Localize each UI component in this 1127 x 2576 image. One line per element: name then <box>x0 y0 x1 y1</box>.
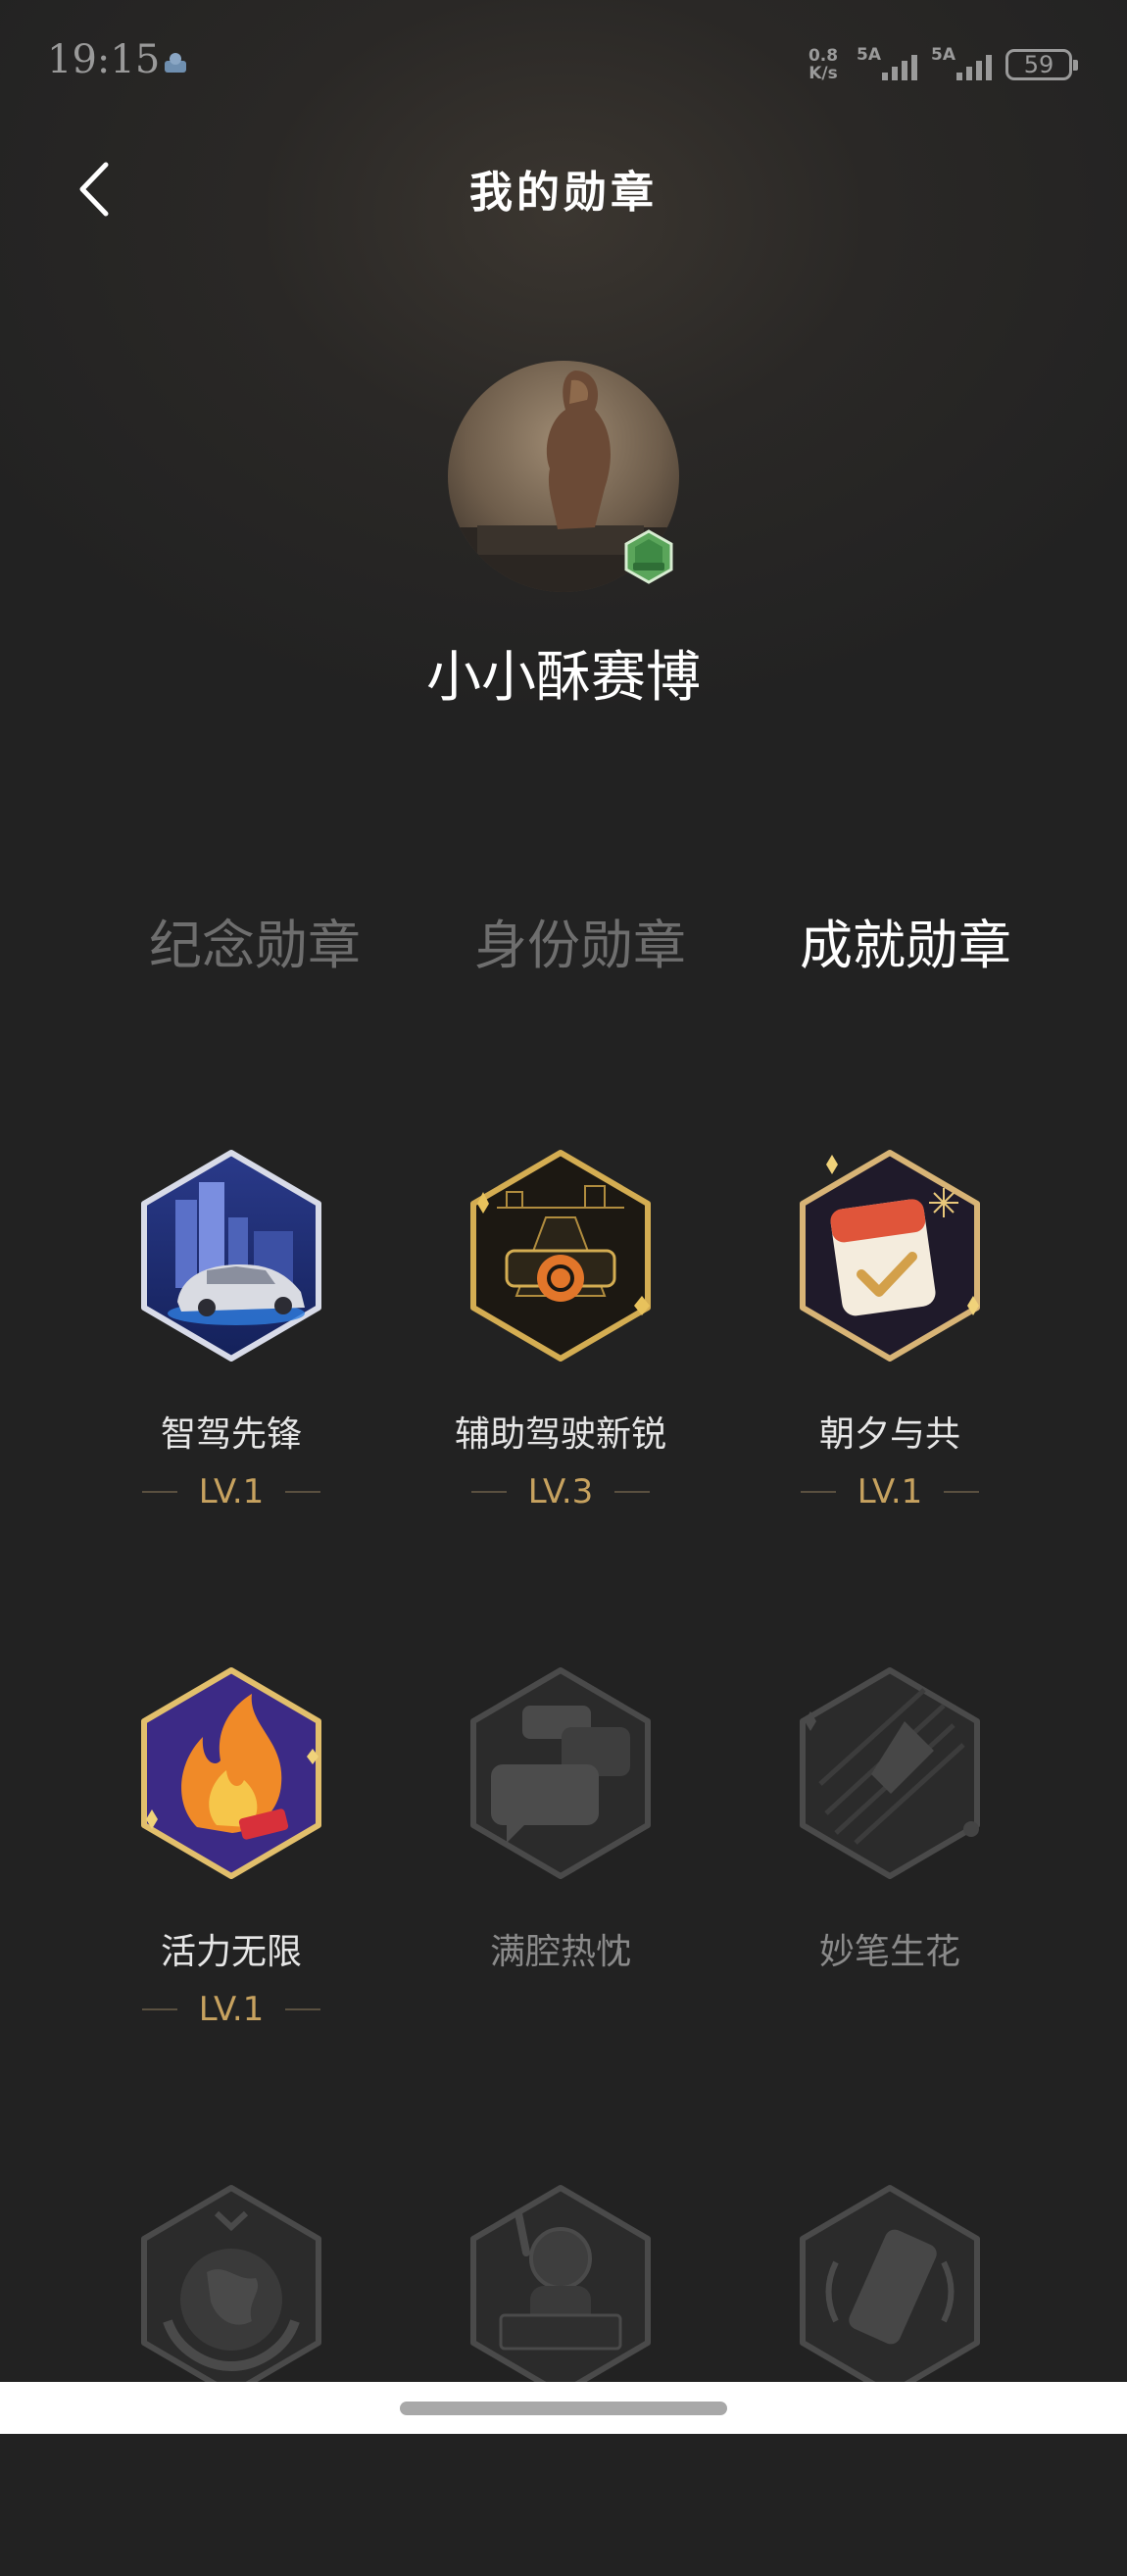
tab-commemorative[interactable]: 纪念勋章 <box>127 902 382 979</box>
badge-level-text: LV.1 <box>198 1990 265 2029</box>
badge-item[interactable]: 智驾先锋 LV.1 <box>84 1149 378 1541</box>
status-bar: 19:15 0.8 K/s 5A 5A 59 <box>0 0 1127 127</box>
flame-badge-icon <box>141 1667 321 1879</box>
calendar-check-badge-icon <box>800 1150 980 1362</box>
badge-level: LV.3 <box>414 1472 708 1511</box>
signal-2-label: 5A <box>931 45 956 65</box>
phone-badge-icon <box>800 2185 980 2397</box>
astronaut-hello-badge-icon <box>470 2185 651 2397</box>
status-time: 19:15 <box>47 37 161 82</box>
badge-name: 智驾先锋 <box>160 1414 302 1455</box>
signal-1-label: 5A <box>857 45 881 65</box>
badge-level-text: LV.1 <box>857 1472 923 1511</box>
badge-level-text: LV.1 <box>198 1472 265 1511</box>
badge-item[interactable] <box>84 2184 378 2576</box>
globe-hands-badge-icon <box>141 2185 321 2397</box>
badge-name: 活力无限 <box>160 1932 302 1972</box>
battery-icon: 59 <box>1005 49 1078 80</box>
badge-item[interactable]: 满腔热忱 <box>414 1666 708 2058</box>
signal-2-icon: 5A <box>931 45 992 84</box>
badge-level: LV.1 <box>84 1990 378 2029</box>
badge-level: LV.1 <box>743 1472 1037 1511</box>
city-car-badge-icon <box>141 1150 321 1362</box>
badge-item[interactable]: 辅助驾驶新锐 LV.3 <box>414 1149 708 1541</box>
pen-badge-icon <box>800 1667 980 1879</box>
tab-achievement[interactable]: 成就勋章 <box>778 902 1033 979</box>
badge-name: 朝夕与共 <box>818 1414 960 1455</box>
username: 小小酥赛博 <box>426 646 701 710</box>
page-title: 我的勋章 <box>469 168 658 218</box>
badge-name: 妙笔生花 <box>818 1932 960 1972</box>
badge-item[interactable] <box>414 2184 708 2576</box>
badge-item[interactable] <box>743 2184 1037 2576</box>
green-hexagon-level-icon <box>624 529 673 584</box>
badge-level: LV.1 <box>84 1472 378 1511</box>
signal-1-icon: 5A <box>857 45 917 84</box>
battery-level: 59 <box>1023 51 1054 78</box>
network-speed: 0.8 K/s <box>804 47 843 82</box>
notification-app-icon <box>165 53 186 73</box>
badge-item[interactable]: 妙笔生花 <box>743 1666 1037 2058</box>
badge-name: 辅助驾驶新锐 <box>454 1414 666 1455</box>
badge-name: 满腔热忱 <box>489 1932 631 1972</box>
network-speed-unit: K/s <box>808 64 838 83</box>
chat-bubbles-badge-icon <box>470 1667 651 1879</box>
badge-level-text: LV.3 <box>527 1472 594 1511</box>
home-indicator-bar[interactable] <box>400 2402 727 2415</box>
steering-wheel-road-badge-icon <box>470 1150 651 1362</box>
network-speed-value: 0.8 <box>808 46 839 66</box>
badge-item[interactable]: 朝夕与共 LV.1 <box>743 1149 1037 1541</box>
status-indicators: 0.8 K/s 5A 5A 59 <box>804 45 1078 84</box>
badge-item[interactable]: 活力无限 LV.1 <box>84 1666 378 2058</box>
tab-identity[interactable]: 身份勋章 <box>453 902 708 979</box>
